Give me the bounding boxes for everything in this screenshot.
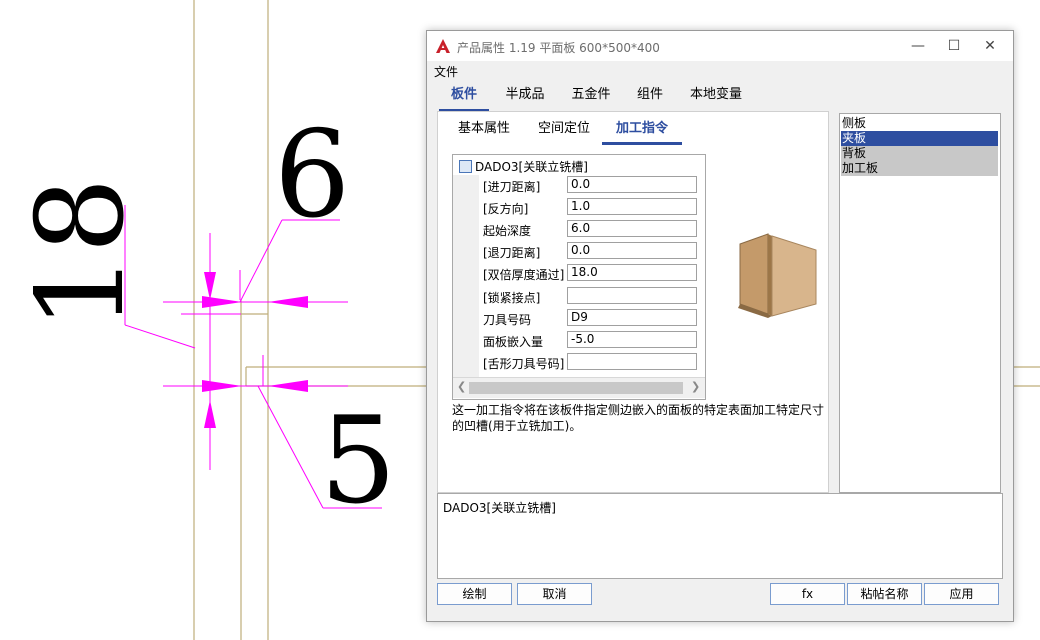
property-label: [锁紧接点] — [483, 291, 541, 305]
property-value-input[interactable]: D9 — [567, 309, 697, 326]
scroll-left-icon[interactable]: ❮ — [457, 380, 466, 393]
close-icon[interactable]: ✕ — [975, 35, 1005, 57]
main-tabs: 板件 半成品 五金件 组件 本地变量 — [437, 85, 1003, 112]
tab-local-variables[interactable]: 本地变量 — [681, 85, 751, 109]
property-value-input[interactable] — [567, 353, 697, 370]
dimension-label-18: 18 — [12, 177, 151, 330]
property-row[interactable]: 起始深度 6.0 — [453, 218, 705, 240]
property-label: 面板嵌入量 — [483, 335, 544, 349]
horizontal-scrollbar[interactable]: ❮ ❯ — [453, 377, 705, 398]
draw-button[interactable]: 绘制 — [437, 583, 512, 605]
tab-panel[interactable]: 板件 — [439, 85, 489, 112]
tab-assembly[interactable]: 组件 — [629, 85, 671, 109]
dimension-label-6: 6 — [274, 106, 350, 245]
cad-dimension-arrows — [202, 272, 308, 428]
apply-button[interactable]: 应用 — [924, 583, 999, 605]
property-row[interactable]: [反方向] 1.0 — [453, 196, 705, 218]
tab-semi-finished[interactable]: 半成品 — [497, 85, 553, 109]
property-value-input[interactable] — [567, 287, 697, 304]
instruction-description: 这一加工指令将在该板件指定侧边嵌入的面板的特定表面加工特定尺寸的凹槽(用于立铣加… — [452, 403, 825, 433]
property-value-input[interactable]: -5.0 — [567, 331, 697, 348]
instruction-checkbox[interactable] — [459, 160, 472, 173]
property-label: [舌形刀具号码] — [483, 357, 565, 371]
property-row[interactable]: 面板嵌入量 -5.0 — [453, 329, 705, 351]
menu-file[interactable]: 文件 — [434, 63, 458, 80]
cancel-button[interactable]: 取消 — [517, 583, 592, 605]
instruction-text-area[interactable]: DADO3[关联立铣槽] — [437, 493, 1003, 579]
property-label: [进刀距离] — [483, 180, 541, 194]
part-type-list[interactable]: 侧板 夹板 背板 加工板 — [839, 113, 1001, 493]
fx-button[interactable]: fx — [770, 583, 845, 605]
scroll-right-icon[interactable]: ❯ — [691, 380, 700, 393]
maximize-icon[interactable]: ☐ — [939, 35, 969, 57]
property-row[interactable]: 刀具号码 D9 — [453, 307, 705, 329]
product-properties-dialog[interactable]: 产品属性 1.19 平面板 600*500*400 — ☐ ✕ 文件 板件 半成… — [426, 30, 1014, 622]
dimension-label-5: 5 — [320, 392, 396, 531]
list-item[interactable]: 加工板 — [841, 161, 998, 176]
property-label: 起始深度 — [483, 224, 532, 238]
minimize-icon[interactable]: — — [903, 35, 933, 57]
property-value-input[interactable]: 18.0 — [567, 264, 697, 281]
property-row[interactable]: [舌形刀具号码] — [453, 351, 705, 373]
scrollbar-thumb[interactable] — [469, 382, 683, 394]
instruction-name: DADO3[关联立铣槽] — [475, 160, 588, 174]
title-bar[interactable]: 产品属性 1.19 平面板 600*500*400 — ☐ ✕ — [427, 31, 1013, 61]
subtab-spatial-position[interactable]: 空间定位 — [532, 120, 596, 142]
autocad-a-icon — [436, 39, 450, 53]
list-item[interactable]: 侧板 — [841, 116, 998, 131]
list-item[interactable]: 背板 — [841, 146, 998, 161]
menu-bar: 文件 — [427, 61, 1013, 81]
tab-hardware[interactable]: 五金件 — [563, 85, 619, 109]
property-label: [退刀距离] — [483, 246, 541, 260]
property-row[interactable]: [双倍厚度通过] 18.0 — [453, 262, 705, 284]
paste-name-button[interactable]: 粘帖名称 — [847, 583, 922, 605]
property-value-input[interactable]: 1.0 — [567, 198, 697, 215]
property-value-input[interactable]: 0.0 — [567, 242, 697, 259]
list-item[interactable]: 夹板 — [841, 131, 998, 146]
property-label: [双倍厚度通过] — [483, 268, 565, 282]
property-value-input[interactable]: 0.0 — [567, 176, 697, 193]
property-row[interactable]: [锁紧接点] — [453, 285, 705, 307]
property-label: 刀具号码 — [483, 313, 532, 327]
window-title: 产品属性 1.19 平面板 600*500*400 — [457, 41, 660, 55]
property-row[interactable]: [进刀距离] 0.0 — [453, 174, 705, 196]
subtab-machining-instruction[interactable]: 加工指令 — [602, 120, 682, 145]
property-label: [反方向] — [483, 202, 529, 216]
panel-preview-image — [738, 233, 817, 318]
property-value-input[interactable]: 6.0 — [567, 220, 697, 237]
property-grid[interactable]: DADO3[关联立铣槽] [进刀距离] 0.0 [反方向] 1.0 起始深度 6… — [452, 154, 706, 400]
panel-content: 基本属性 空间定位 加工指令 DADO3[关联立铣槽] [进刀距离] 0.0 [… — [437, 111, 829, 493]
property-row[interactable]: [退刀距离] 0.0 — [453, 240, 705, 262]
instruction-text: DADO3[关联立铣槽] — [443, 501, 556, 515]
subtab-basic-properties[interactable]: 基本属性 — [452, 120, 516, 142]
